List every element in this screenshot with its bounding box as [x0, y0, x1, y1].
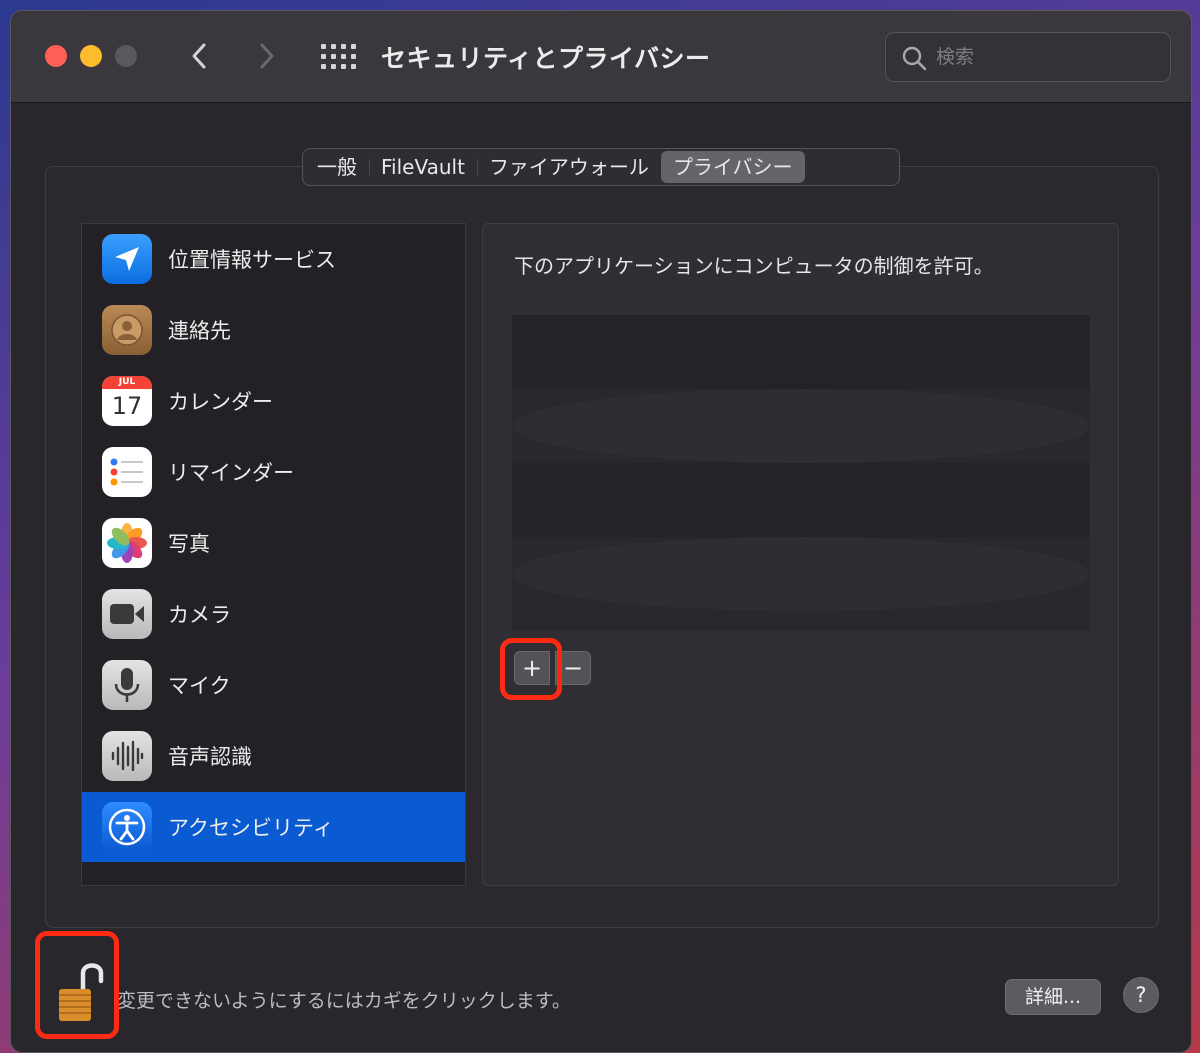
tab-privacy[interactable]: プライバシー: [660, 151, 805, 183]
contacts-icon: [102, 305, 152, 355]
app-permission-pane: 下のアプリケーションにコンピュータの制御を許可。 + −: [482, 223, 1119, 886]
photos-icon: [102, 518, 152, 568]
tab-filevault[interactable]: FileVault: [369, 151, 478, 183]
sidebar-item-speech-recognition[interactable]: 音声認識: [82, 721, 465, 791]
accessibility-icon: [102, 802, 152, 852]
list-row[interactable]: [512, 537, 1090, 611]
sidebar-item-label: 連絡先: [168, 319, 231, 343]
search-icon: [902, 46, 927, 71]
sidebar-item-contacts[interactable]: 連絡先: [82, 295, 465, 365]
sidebar-item-label: カレンダー: [168, 390, 273, 414]
chevron-right-icon: [260, 43, 274, 69]
list-row[interactable]: [512, 389, 1090, 463]
location-arrow-icon: [102, 234, 152, 284]
unlocked-padlock-icon: [59, 963, 104, 1021]
chevron-left-icon: [192, 43, 206, 69]
microphone-icon: [102, 660, 152, 710]
lock-button[interactable]: [51, 951, 111, 1031]
tab-firewall[interactable]: ファイアウォール: [477, 151, 662, 183]
sidebar-item-microphone[interactable]: マイク: [82, 650, 465, 720]
sidebar-item-label: マイク: [168, 674, 231, 698]
calendar-day: 17: [111, 392, 143, 420]
calendar-icon: JUL 17: [102, 376, 152, 426]
tab-bar: 一般 FileVault ファイアウォール プライバシー: [302, 148, 900, 186]
sidebar-item-label: リマインダー: [168, 461, 294, 485]
add-app-button[interactable]: +: [514, 651, 550, 685]
list-row[interactable]: [512, 315, 1090, 389]
sidebar-item-calendar[interactable]: JUL 17 カレンダー: [82, 366, 465, 436]
tab-general[interactable]: 一般: [305, 151, 370, 183]
reminders-icon: [102, 447, 152, 497]
list-row[interactable]: [512, 463, 1090, 537]
forward-button[interactable]: [249, 39, 283, 73]
speech-recognition-icon: [102, 731, 152, 781]
sidebar-item-reminders[interactable]: リマインダー: [82, 437, 465, 507]
close-window-button[interactable]: [45, 45, 67, 67]
camera-icon: [102, 589, 152, 639]
sidebar-item-label: カメラ: [168, 603, 231, 627]
sidebar-item-label: 位置情報サービス: [168, 248, 336, 272]
window-title: セキュリティとプライバシー: [381, 44, 711, 73]
sidebar-item-label: アクセシビリティ: [168, 816, 334, 840]
lock-hint-text: 変更できないようにするにはカギをクリックします。: [117, 990, 571, 1012]
preferences-window: セキュリティとプライバシー 一般 FileVault ファイアウォール プライバ…: [10, 10, 1192, 1053]
pane-description: 下のアプリケーションにコンピュータの制御を許可。: [514, 254, 994, 278]
sidebar-item-photos[interactable]: 写真: [82, 508, 465, 578]
sidebar-item-label: 音声認識: [168, 745, 252, 769]
sidebar-item-camera[interactable]: カメラ: [82, 579, 465, 649]
remove-app-button[interactable]: −: [555, 651, 591, 685]
sidebar-item-accessibility[interactable]: アクセシビリティ: [82, 792, 465, 862]
allowed-apps-list[interactable]: [512, 315, 1090, 631]
back-button[interactable]: [183, 39, 217, 73]
sidebar-item-location-services[interactable]: 位置情報サービス: [82, 224, 465, 294]
show-all-grid-icon[interactable]: [321, 44, 356, 69]
calendar-month: JUL: [102, 376, 152, 389]
minimize-window-button[interactable]: [80, 45, 102, 67]
sidebar-item-label: 写真: [168, 532, 210, 556]
advanced-button[interactable]: 詳細...: [1005, 979, 1101, 1015]
privacy-category-list: 位置情報サービス 連絡先 JUL 17 カレンダー リマインダー 写真 カメラ …: [81, 223, 466, 886]
search-input[interactable]: [936, 41, 1156, 73]
zoom-window-button[interactable]: [115, 45, 137, 67]
title-bar: セキュリティとプライバシー: [11, 11, 1191, 103]
search-field[interactable]: [885, 32, 1171, 82]
help-button[interactable]: ?: [1123, 977, 1159, 1013]
